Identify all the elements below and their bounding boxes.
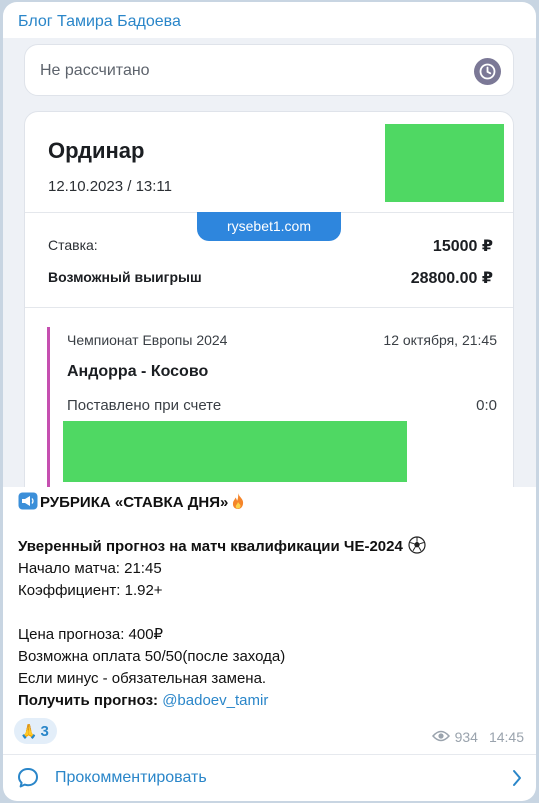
megaphone-icon [18,492,38,510]
bet-datetime: 12.10.2023 / 13:11 [48,178,172,195]
bet-screenshot-image[interactable]: Не рассчитано Ординар 12.10.2023 / 13:11… [3,38,536,487]
event-teams: Андорра - Косово [67,363,209,380]
message-time: 14:45 [488,729,524,745]
reaction-count: 3 [40,722,49,740]
rubric-text: РУБРИКА «СТАВКА ДНЯ» [40,494,229,511]
event-league: Чемпионат Европы 2024 [67,332,228,348]
soccer-ball-icon [408,536,426,554]
win-value: 28800.00 ₽ [410,270,493,287]
message-text: РУБРИКА «СТАВКА ДНЯ» Уверенный прогноз н… [18,492,523,712]
divider [25,307,513,308]
eye-icon [431,729,450,745]
fire-icon [230,492,250,510]
chevron-right-icon [512,769,522,792]
redaction-block [63,421,407,482]
redaction-block [385,124,504,202]
reaction-button[interactable]: 🙏 3 [14,718,57,744]
stake-value: 15000 ₽ [432,238,493,255]
channel-name[interactable]: Блог Тамира Бадоева [18,13,181,31]
bet-type: Ординар [48,138,145,163]
comment-label: Прокомментировать [55,769,207,786]
rubric-line: РУБРИКА «СТАВКА ДНЯ» [18,492,523,514]
message-bubble: Блог Тамира Бадоева Не рассчитано Ордина… [3,2,536,801]
message-meta: 934 14:45 [431,729,524,745]
pray-icon: 🙏 [20,722,38,739]
views-count: 934 [454,729,478,745]
username-link[interactable]: @badoev_tamir [162,692,268,709]
start-line: Начало матча: 21:45 [18,560,162,577]
get-forecast-label: Получить прогноз: [18,692,159,709]
clock-icon [474,58,501,85]
coefficient-line: Коэффициент: 1.92+ [18,582,163,599]
status-text: Не рассчитано [40,62,150,79]
headline-text: Уверенный прогноз на матч квалификации Ч… [18,538,403,555]
payment-line: Возможна оплата 50/50(после захода) [18,648,286,665]
get-forecast-line: Получить прогноз: @badoev_tamir [18,690,523,712]
headline-line: Уверенный прогноз на матч квалификации Ч… [18,536,523,558]
comment-icon [16,766,40,795]
event-score: 0:0 [476,397,497,414]
event-placed-label: Поставлено при счете [67,397,222,414]
bet-card: Ординар 12.10.2023 / 13:11 rysebet1.com … [24,111,514,487]
minus-line: Если минус - обязательная замена. [18,670,267,687]
stake-label: Ставка: [48,237,98,253]
event-date: 12 октября, 21:45 [383,332,497,348]
win-label: Возможный выигрыш [48,269,202,285]
price-line: Цена прогноза: 400₽ [18,626,164,643]
event-block: Чемпионат Европы 2024 12 октября, 21:45 … [47,327,517,487]
watermark-label: rysebet1.com [197,212,341,241]
comments-button[interactable]: Прокомментировать [3,755,536,801]
status-pill: Не рассчитано [24,44,514,96]
